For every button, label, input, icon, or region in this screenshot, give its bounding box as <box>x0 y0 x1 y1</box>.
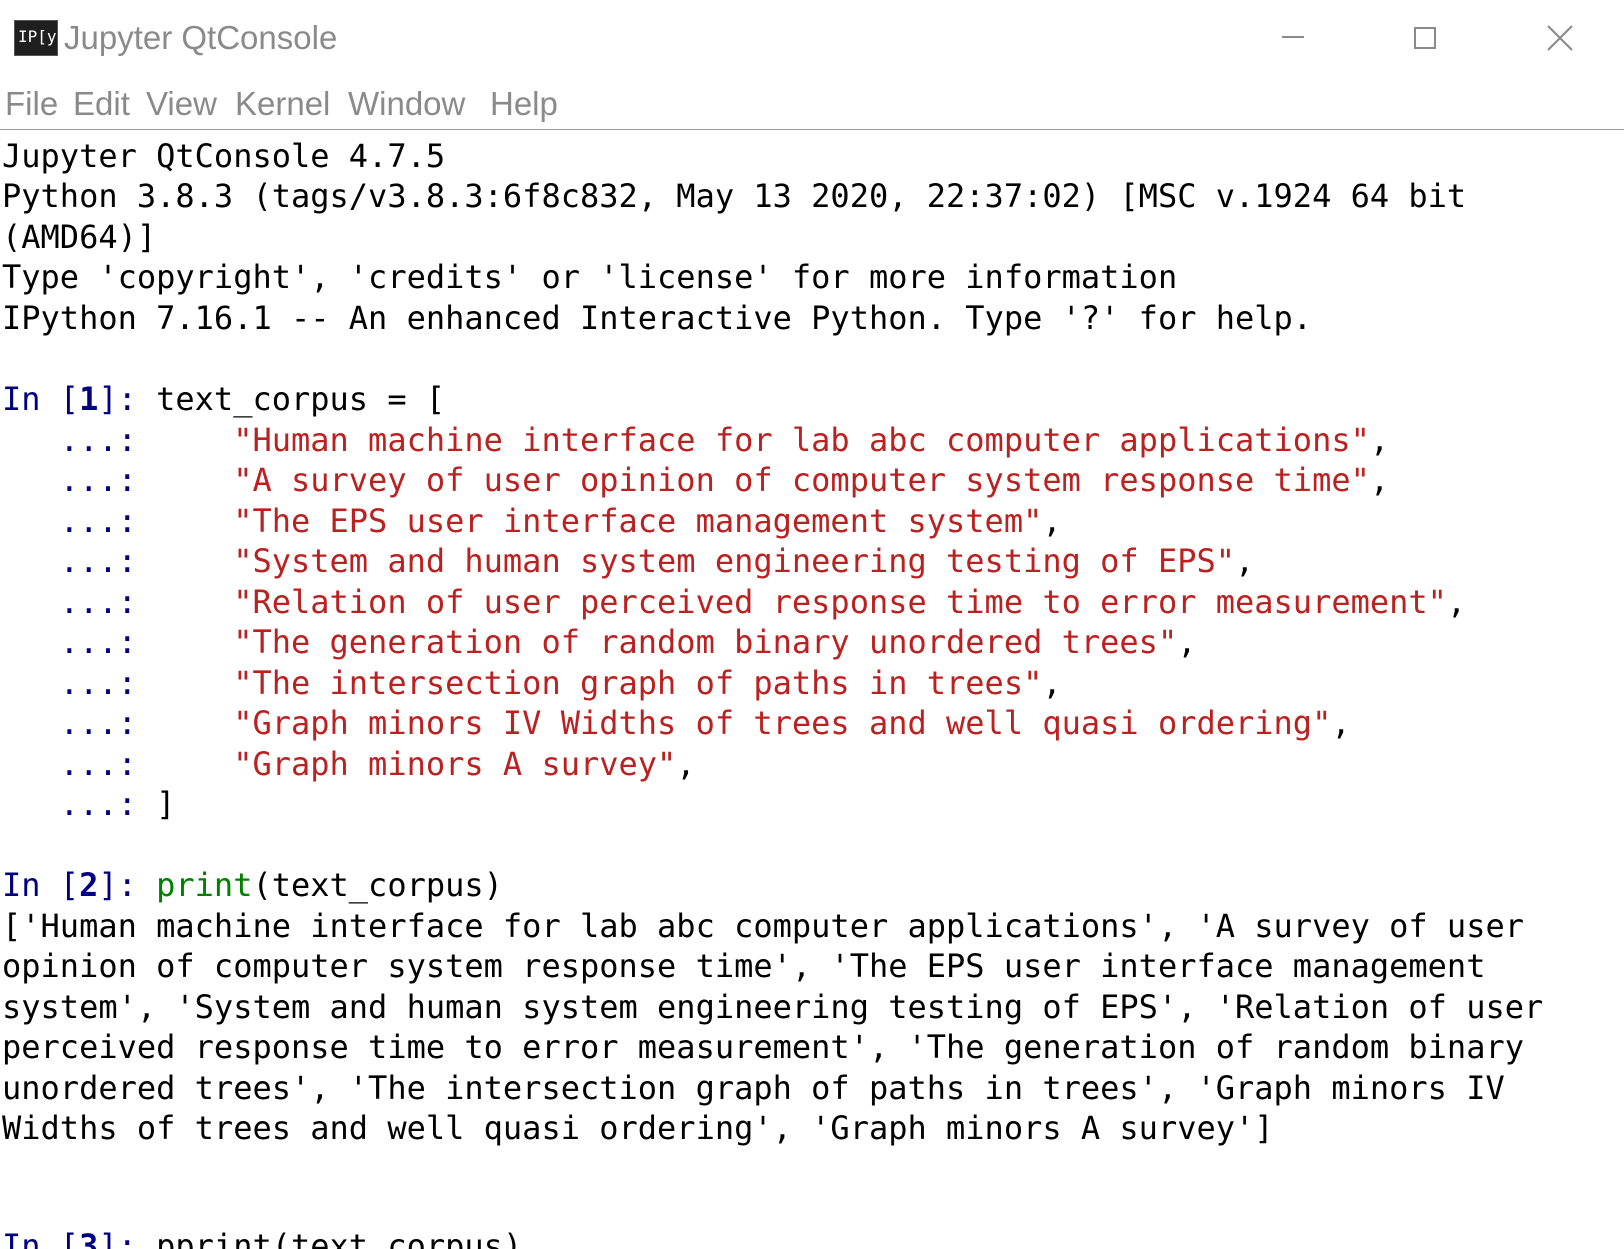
menu-bar: File Edit View Kernel Window Help <box>0 78 1624 130</box>
code-separator: , <box>1331 704 1351 742</box>
close-button[interactable] <box>1494 0 1624 78</box>
continuation-line: ...: "A survey of user opinion of comput… <box>2 460 1389 500</box>
code-separator: , <box>1369 461 1390 499</box>
menu-help[interactable]: Help <box>490 84 558 124</box>
continuation-line: ...: "Graph minors A survey", <box>2 744 696 784</box>
output-line: Widths of trees and well quasi ordering'… <box>2 1109 1274 1147</box>
input-prompt-close: ]: <box>98 866 157 904</box>
code-text: text_corpus = [ <box>156 380 446 418</box>
code-text: (text_corpus) <box>252 866 503 904</box>
continuation-prompt: ...: <box>2 704 157 742</box>
menu-view[interactable]: View <box>146 84 217 124</box>
code-separator: , <box>1446 583 1467 621</box>
string-literal: "System and human system engineering tes… <box>233 542 1235 580</box>
continuation-prompt: ...: <box>2 502 157 540</box>
code-separator: , <box>1369 421 1390 459</box>
continuation-line: ...: "The EPS user interface management … <box>2 501 1062 541</box>
maximize-icon <box>1414 27 1436 49</box>
code-separator: , <box>1177 623 1197 661</box>
banner-line: IPython 7.16.1 -- An enhanced Interactiv… <box>2 299 1313 337</box>
string-literal: "Graph minors IV Widths of trees and wel… <box>233 704 1332 742</box>
continuation-line: ...: "System and human system engineerin… <box>2 541 1254 581</box>
minimize-icon <box>1282 36 1304 38</box>
continuation-line: ...: "Human machine interface for lab ab… <box>2 420 1389 460</box>
string-literal: "Human machine interface for lab abc com… <box>233 421 1370 459</box>
banner-line: Type 'copyright', 'credits' or 'license'… <box>2 258 1178 296</box>
input-prompt: In [ <box>2 380 80 418</box>
output-line: perceived response time to error measure… <box>2 1028 1524 1066</box>
string-literal: "The intersection graph of paths in tree… <box>233 664 1043 702</box>
banner-line: Python 3.8.3 (tags/v3.8.3:6f8c832, May 1… <box>2 177 1467 215</box>
continuation-prompt: ...: <box>2 542 157 580</box>
input-line: In [3]: pprint(text_corpus) <box>2 1226 522 1249</box>
banner-line: Jupyter QtConsole 4.7.5 <box>2 137 446 175</box>
window-title: Jupyter QtConsole <box>64 19 338 56</box>
app-icon-label: IP[y] <box>18 27 57 46</box>
console-output-area[interactable]: Jupyter QtConsole 4.7.5 Python 3.8.3 (ta… <box>0 130 1624 1249</box>
input-prompt: In [ <box>2 1227 80 1249</box>
input-prompt-number: 3 <box>79 1227 99 1249</box>
input-prompt-close: ]: <box>98 1227 157 1249</box>
output-line: ['Human machine interface for lab abc co… <box>2 907 1524 945</box>
menu-kernel[interactable]: Kernel <box>235 84 330 124</box>
string-literal: "The generation of random binary unorder… <box>233 623 1178 661</box>
continuation-line: ...: "The intersection graph of paths in… <box>2 663 1062 703</box>
ipython-app-icon: IP[y] <box>14 20 58 56</box>
banner-line: (AMD64)] <box>2 218 157 256</box>
code-separator: , <box>1042 664 1062 702</box>
continuation-line: ...: "The generation of random binary un… <box>2 622 1197 662</box>
input-prompt-number: 2 <box>79 866 99 904</box>
string-literal: "A survey of user opinion of computer sy… <box>233 461 1370 499</box>
output-line: opinion of computer system response time… <box>2 947 1486 985</box>
menu-window[interactable]: Window <box>348 84 465 124</box>
continuation-prompt: ...: <box>2 421 157 459</box>
input-prompt-close: ]: <box>98 380 157 418</box>
menu-file[interactable]: File <box>5 84 58 124</box>
continuation-prompt: ...: <box>2 623 157 661</box>
string-literal: "The EPS user interface management syste… <box>233 502 1043 540</box>
maximize-button[interactable] <box>1358 0 1488 78</box>
string-literal: "Graph minors A survey" <box>233 745 677 783</box>
continuation-prompt: ...: <box>2 461 157 499</box>
code-text: pprint <box>156 1227 272 1249</box>
output-line: system', 'System and human system engine… <box>2 988 1544 1026</box>
input-prompt-number: 1 <box>79 380 99 418</box>
continuation-prompt: ...: <box>2 745 157 783</box>
continuation-line: ...: ] <box>2 784 176 824</box>
code-text: (text_corpus) <box>271 1227 523 1249</box>
continuation-prompt: ...: <box>2 583 157 621</box>
input-line: In [2]: print(text_corpus) <box>2 865 503 905</box>
code-separator: , <box>1042 502 1062 540</box>
input-line: In [1]: text_corpus = [ <box>2 379 445 419</box>
string-literal: "Relation of user perceived response tim… <box>233 583 1447 621</box>
continuation-line: ...: "Graph minors IV Widths of trees an… <box>2 703 1351 743</box>
code-separator: , <box>1235 542 1255 580</box>
continuation-line: ...: "Relation of user perceived respons… <box>2 582 1466 622</box>
code-text: ] <box>156 785 176 823</box>
close-icon <box>1547 25 1573 51</box>
input-prompt: In [ <box>2 866 80 904</box>
continuation-prompt: ...: <box>2 785 157 823</box>
continuation-prompt: ...: <box>2 664 157 702</box>
code-separator: , <box>676 745 696 783</box>
minimize-button[interactable] <box>1228 0 1358 78</box>
output-line: unordered trees', 'The intersection grap… <box>2 1069 1505 1107</box>
menu-edit[interactable]: Edit <box>73 84 130 124</box>
title-bar: IP[y] Jupyter QtConsole <box>0 0 1624 78</box>
builtin-function: print <box>156 866 253 904</box>
